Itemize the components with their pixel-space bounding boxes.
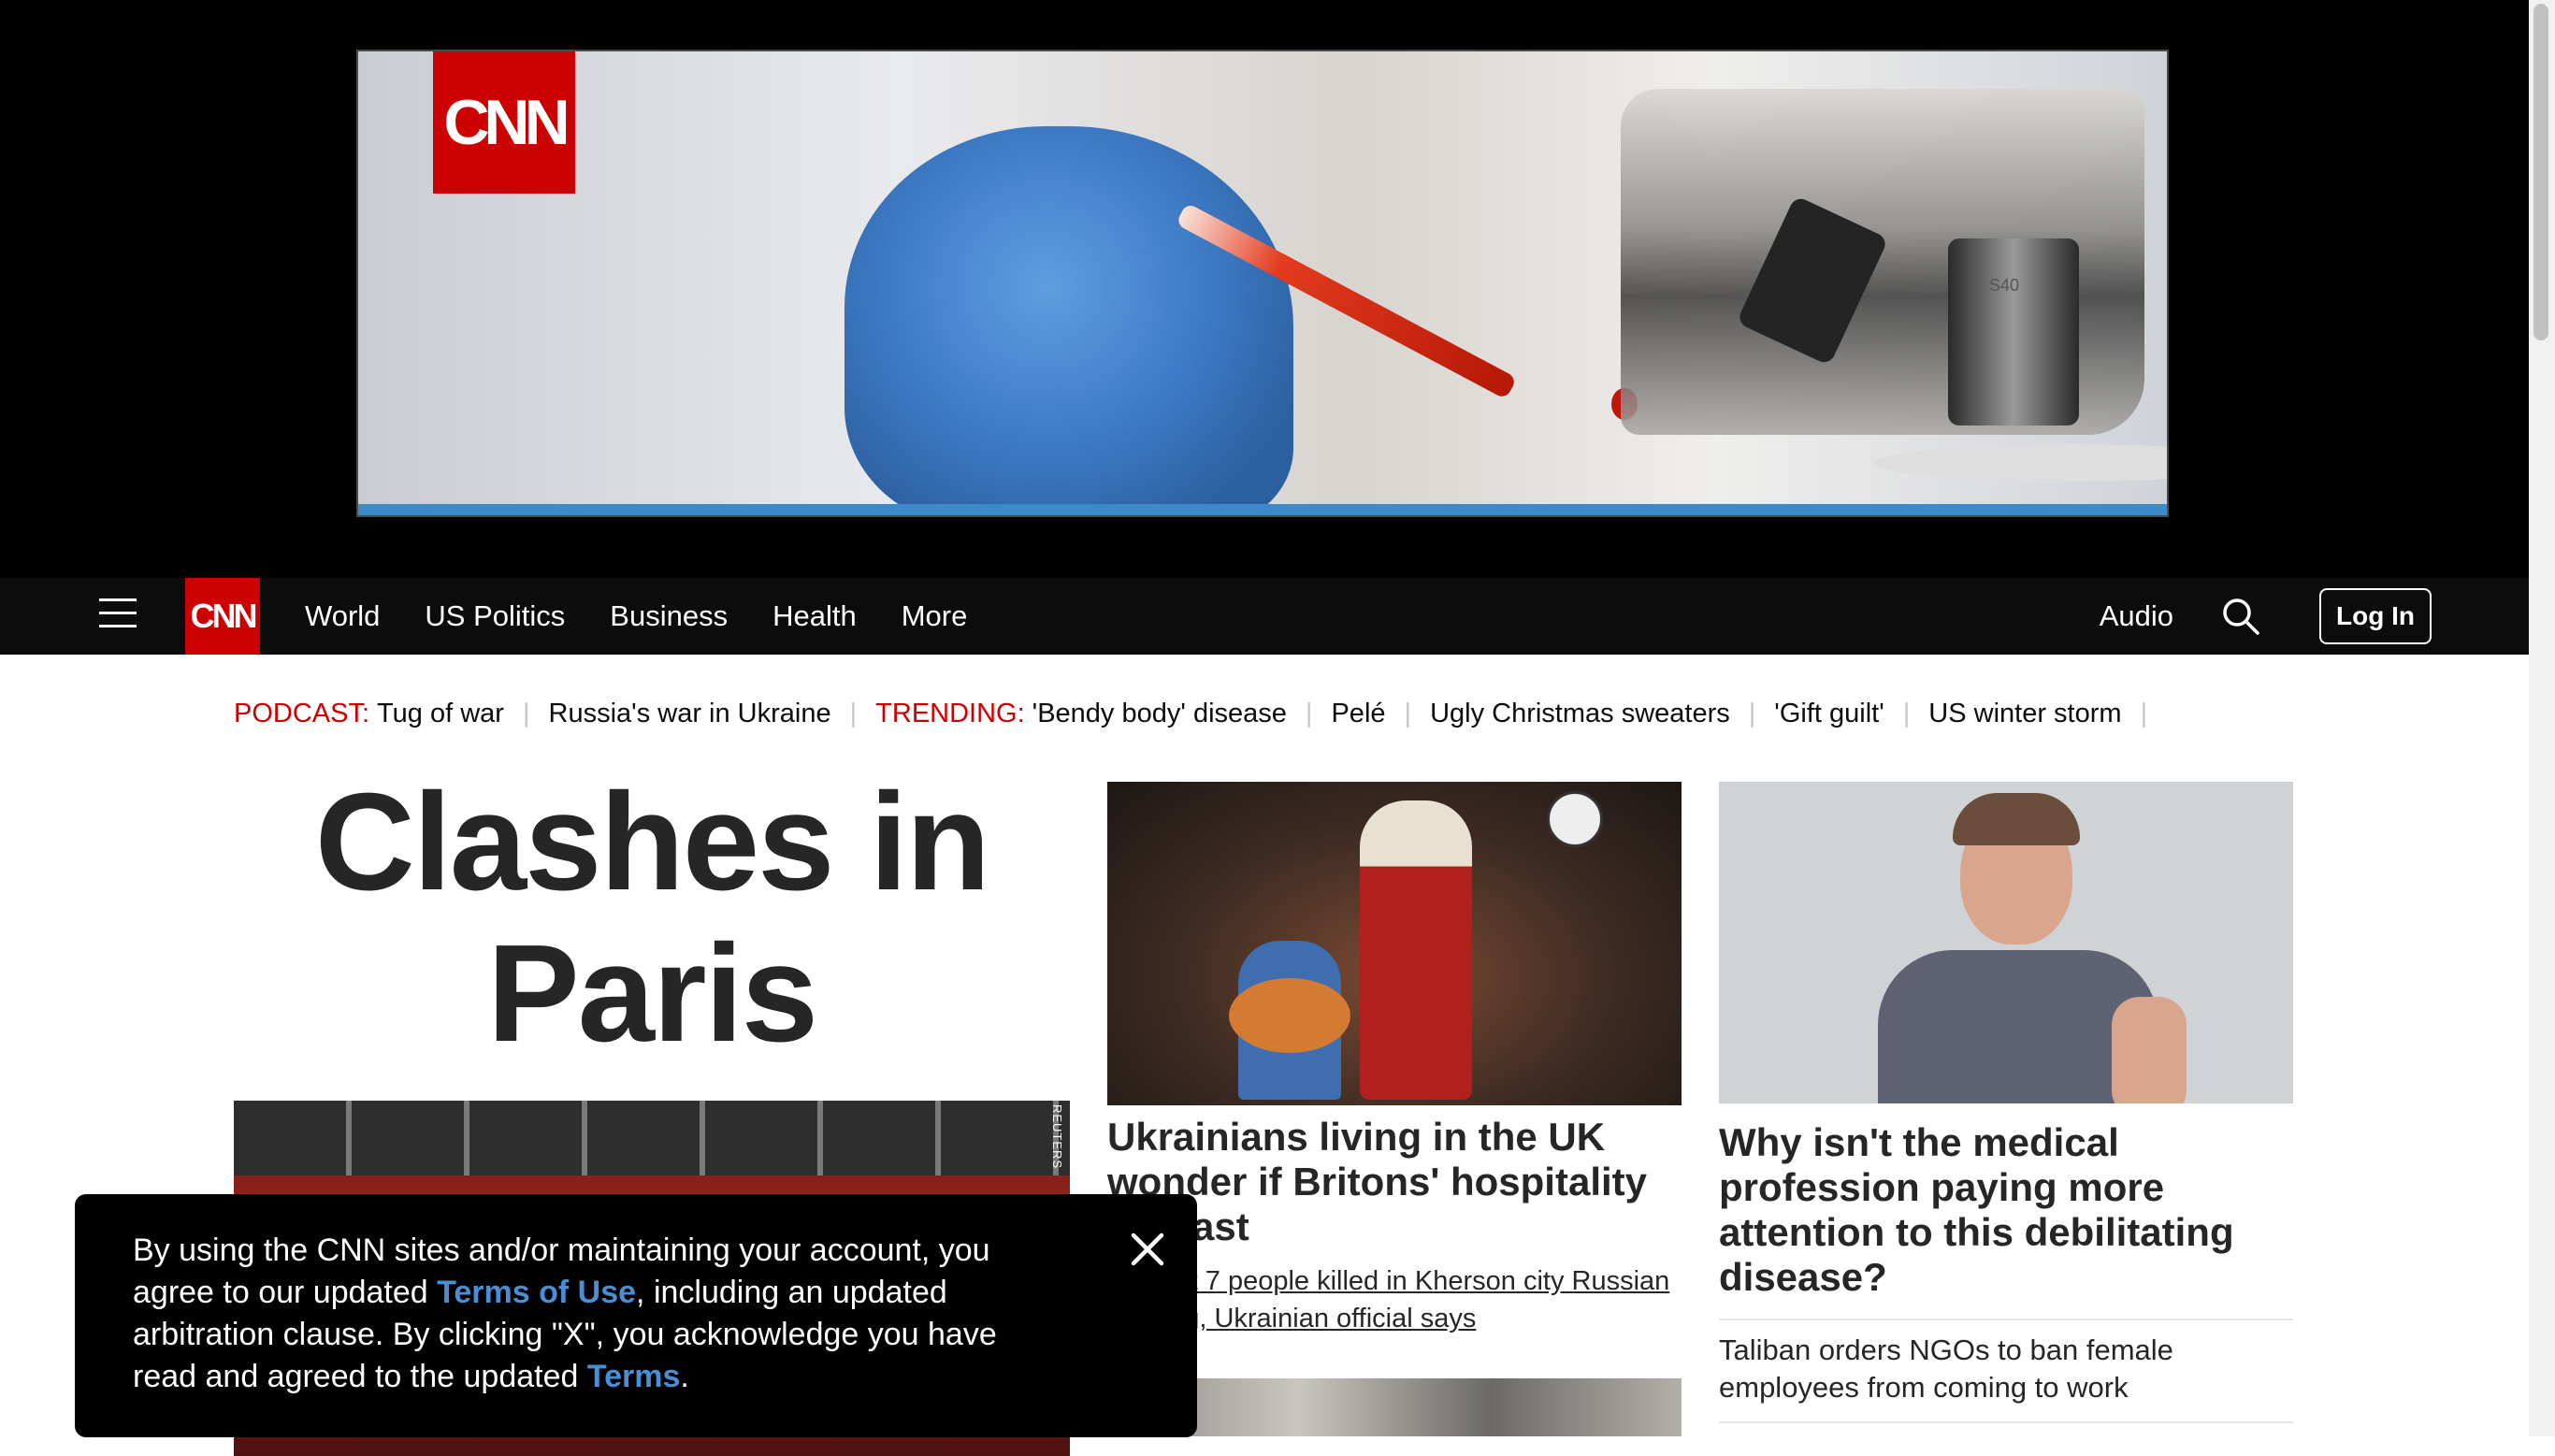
divider	[1719, 1319, 2293, 1320]
man-figure-arm	[2112, 997, 2187, 1103]
ad-lens-graphic: S40	[1948, 238, 2079, 425]
separator: |	[1305, 698, 1313, 728]
login-button[interactable]: Log In	[2319, 588, 2432, 644]
terms-link[interactable]: Terms	[587, 1359, 681, 1394]
story-link-taliban[interactable]: Taliban orders NGOs to ban female employ…	[1719, 1332, 2293, 1406]
nav-right: Audio Log In	[2100, 578, 2432, 655]
separator: |	[522, 698, 530, 728]
podcast-label: PODCAST:	[234, 698, 370, 728]
separator: |	[1748, 698, 1756, 728]
ad-logo-text: CNN	[443, 87, 570, 158]
nav-link-us-politics[interactable]: US Politics	[425, 599, 565, 633]
trending-item[interactable]: Ugly Christmas sweaters	[1430, 699, 1730, 729]
scrollbar-thumb[interactable]	[2533, 4, 2548, 340]
separator: |	[2140, 698, 2148, 728]
image-credit: REUTERS	[1050, 1104, 1064, 1170]
nav-links: World US Politics Business Health More	[305, 578, 1012, 655]
divider	[1719, 1421, 2293, 1423]
nav-link-health[interactable]: Health	[772, 599, 857, 633]
story-headline-medical[interactable]: Why isn't the medical profession paying …	[1719, 1120, 2293, 1300]
separator: |	[1404, 698, 1412, 728]
terms-of-use-link[interactable]: Terms of Use	[437, 1275, 636, 1310]
nav-link-business[interactable]: Business	[610, 599, 728, 633]
ad-progress-bar	[358, 504, 2167, 515]
ad-cnn-logo: CNN	[433, 51, 575, 194]
trending-item[interactable]: Pelé	[1331, 699, 1385, 729]
st-nicholas-figure	[1360, 800, 1472, 1100]
nav-link-world[interactable]: World	[305, 599, 380, 633]
ad-stage-graphic	[1873, 444, 2167, 482]
story-image-ukrainians[interactable]	[1107, 782, 1682, 1105]
trending-item[interactable]: US winter storm	[1928, 699, 2121, 729]
nav-link-audio[interactable]: Audio	[2100, 599, 2173, 633]
separator: |	[1902, 698, 1911, 728]
advertisement-banner[interactable]: S40 CNN	[356, 50, 2169, 517]
trending-item[interactable]: Russia's war in Ukraine	[549, 699, 831, 729]
terms-banner: By using the CNN sites and/or maintainin…	[75, 1194, 1197, 1437]
ad-glove-graphic	[844, 126, 1293, 515]
story-image-medical[interactable]	[1719, 782, 2293, 1103]
nav-link-more[interactable]: More	[902, 599, 968, 633]
hero-image-awning	[234, 1101, 1070, 1175]
stuffed-toy-figure	[1229, 978, 1350, 1053]
separator: |	[849, 698, 858, 728]
hero-headline[interactable]: Clashes in Paris	[234, 767, 1070, 1070]
hamburger-menu-icon[interactable]	[99, 598, 137, 634]
man-figure-hair	[1953, 793, 2080, 845]
trending-item[interactable]: Tug of war	[377, 699, 504, 729]
terms-text-part: .	[680, 1359, 689, 1394]
ad-band: S40 CNN	[0, 0, 2529, 578]
ad-microscope-label: S40	[1989, 276, 2020, 295]
cnn-logo[interactable]: CNN	[185, 578, 260, 655]
trending-bar: PODCAST: Tug of war | Russia's war in Uk…	[234, 692, 2166, 735]
search-icon[interactable]	[2220, 596, 2261, 637]
cnn-logo-text: CNN	[190, 597, 258, 635]
trending-item[interactable]: 'Gift guilt'	[1774, 699, 1884, 729]
trending-item[interactable]: 'Bendy body' disease	[1032, 699, 1287, 729]
main-navigation: CNN World US Politics Business Health Mo…	[0, 578, 2529, 655]
close-icon[interactable]	[1126, 1228, 1169, 1271]
terms-text: By using the CNN sites and/or maintainin…	[133, 1230, 1066, 1398]
trending-label: TRENDING:	[875, 698, 1025, 728]
clock-graphic	[1547, 791, 1603, 847]
